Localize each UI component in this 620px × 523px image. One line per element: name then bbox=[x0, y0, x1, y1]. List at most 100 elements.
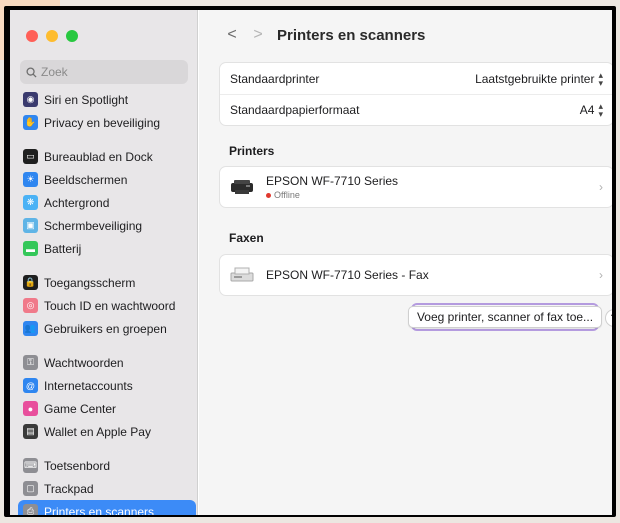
at-icon: @ bbox=[23, 378, 38, 393]
zoom-button[interactable] bbox=[66, 30, 78, 42]
fax-device-icon bbox=[230, 267, 254, 282]
sidebar-item-siri-en-spotlight[interactable]: ◉ Siri en Spotlight bbox=[10, 88, 198, 111]
sidebar-item-label: Privacy en beveiliging bbox=[44, 115, 161, 130]
screensaver-icon: ▣ bbox=[23, 218, 38, 233]
printer-icon: ⎙ bbox=[23, 504, 38, 515]
chevron-right-icon: › bbox=[599, 180, 603, 194]
sidebar-item-label: Wallet en Apple Pay bbox=[44, 424, 151, 439]
default-printer-row: Standaardprinter Laatstgebruikte printer… bbox=[220, 63, 612, 94]
printer-status: Offline bbox=[266, 190, 599, 200]
sidebar-item-wallet-en-apple-pay[interactable]: ▤ Wallet en Apple Pay bbox=[10, 420, 198, 443]
sidebar-item-label: Trackpad bbox=[44, 481, 94, 496]
search-field[interactable]: Zoek bbox=[20, 60, 188, 84]
default-paper-label: Standaardpapierformaat bbox=[230, 103, 360, 117]
printer-status-text: Offline bbox=[274, 190, 300, 200]
background: Zoek ◉ Siri en Spotlight ✋ Privacy en bevei… bbox=[0, 0, 620, 523]
sidebar-item-label: Wachtwoorden bbox=[44, 355, 124, 370]
dock-icon: ▭ bbox=[23, 149, 38, 164]
sidebar-item-toetsenbord[interactable]: ⌨ Toetsenbord bbox=[10, 454, 198, 477]
default-paper-value: A4 bbox=[579, 103, 595, 117]
sidebar-item-wachtwoorden[interactable]: ⚿ Wachtwoorden bbox=[10, 351, 198, 374]
sidebar-item-label: Toegangsscherm bbox=[44, 275, 136, 290]
sidebar-list: ◉ Siri en Spotlight ✋ Privacy en beveiligin… bbox=[10, 88, 198, 515]
sidebar-item-label: Achtergrond bbox=[44, 195, 110, 210]
sidebar-divider bbox=[10, 443, 198, 454]
close-button[interactable] bbox=[26, 30, 38, 42]
battery-icon: ▬ bbox=[23, 241, 38, 256]
printer-name: EPSON WF-7710 Series bbox=[266, 174, 399, 188]
back-button[interactable]: < bbox=[219, 26, 245, 44]
search-placeholder: Zoek bbox=[41, 65, 68, 79]
display-icon: ☀ bbox=[23, 172, 38, 187]
sidebar-item-label: Gebruikers en groepen bbox=[44, 321, 167, 336]
sidebar-item-batterij[interactable]: ▬ Batterij bbox=[10, 237, 198, 260]
sidebar-item-label: Touch ID en wachtwoord bbox=[44, 298, 176, 313]
wallpaper-icon: ❋ bbox=[23, 195, 38, 210]
add-device-highlight: Voeg printer, scanner of fax toe... bbox=[407, 303, 603, 331]
settings-window: Zoek ◉ Siri en Spotlight ✋ Privacy en bevei… bbox=[4, 6, 616, 517]
minimize-button[interactable] bbox=[46, 30, 58, 42]
users-icon: 👥 bbox=[23, 321, 38, 336]
fax-row[interactable]: EPSON WF-7710 Series - Fax › bbox=[220, 255, 612, 295]
window-controls bbox=[26, 30, 78, 42]
popup-arrows-icon: ▴ ▾ bbox=[598, 69, 603, 88]
sidebar-item-label: Game Center bbox=[44, 401, 117, 416]
keyboard-icon: ⌨ bbox=[23, 458, 38, 473]
default-printer-label: Standaardprinter bbox=[230, 71, 320, 86]
sidebar-item-beeldschermen[interactable]: ☀ Beeldschermen bbox=[10, 168, 198, 191]
siri-icon: ◉ bbox=[23, 92, 38, 107]
sidebar-item-label: Schermbeveiliging bbox=[44, 218, 143, 233]
toolbar: < > Printers en scanners bbox=[199, 10, 612, 60]
defaults-group: Standaardprinter Laatstgebruikte printer… bbox=[219, 62, 612, 126]
sidebar-item-label: Toetsenbord bbox=[44, 458, 111, 473]
popup-arrows-icon: ▴ ▾ bbox=[598, 101, 603, 119]
sidebar-item-printers-en-scanners[interactable]: ⎙ Printers en scanners bbox=[18, 500, 196, 515]
sidebar-item-trackpad[interactable]: ▢ Trackpad bbox=[10, 477, 198, 500]
default-paper-popup[interactable]: A4 ▴ ▾ bbox=[579, 101, 603, 119]
sidebar-item-internetaccounts[interactable]: @ Internetaccounts bbox=[10, 374, 198, 397]
fax-name: EPSON WF-7710 Series - Fax bbox=[266, 268, 429, 282]
chevron-right-icon: › bbox=[599, 268, 603, 282]
printer-device-icon bbox=[231, 180, 253, 194]
sidebar-item-achtergrond[interactable]: ❋ Achtergrond bbox=[10, 191, 198, 214]
printers-group: EPSON WF-7710 Series Offline › bbox=[219, 166, 612, 208]
sidebar: Zoek ◉ Siri en Spotlight ✋ Privacy en bevei… bbox=[10, 10, 198, 515]
sidebar-item-game-center[interactable]: ● Game Center bbox=[10, 397, 198, 420]
printers-section-title: Printers bbox=[229, 144, 275, 158]
hand-icon: ✋ bbox=[23, 115, 38, 130]
gamecenter-icon: ● bbox=[23, 401, 38, 416]
sidebar-item-label: Siri en Spotlight bbox=[44, 92, 129, 107]
sidebar-item-privacy-en-beveiliging[interactable]: ✋ Privacy en beveiliging bbox=[10, 111, 198, 134]
sidebar-item-toegangsscherm[interactable]: 🔒 Toegangsscherm bbox=[10, 271, 198, 294]
default-printer-popup[interactable]: Laatstgebruikte printer ▴ ▾ bbox=[475, 69, 603, 88]
sidebar-item-schermbeveiliging[interactable]: ▣ Schermbeveiliging bbox=[10, 214, 198, 237]
page-title: Printers en scanners bbox=[277, 26, 426, 44]
help-button[interactable]: ? bbox=[605, 309, 612, 327]
sidebar-item-label: Beeldschermen bbox=[44, 172, 128, 187]
offline-status-dot bbox=[266, 192, 271, 198]
sidebar-item-label: Printers en scanners bbox=[44, 504, 155, 516]
sidebar-item-gebruikers-en-groepen[interactable]: 👥 Gebruikers en groepen bbox=[10, 317, 198, 340]
trackpad-icon: ▢ bbox=[23, 481, 38, 496]
sidebar-divider bbox=[10, 340, 198, 351]
window-frame: Zoek ◉ Siri en Spotlight ✋ Privacy en bevei… bbox=[10, 10, 612, 515]
search-icon bbox=[26, 66, 37, 78]
fingerprint-icon: ◎ bbox=[23, 298, 38, 313]
main-pane: < > Printers en scanners Standaardprinte… bbox=[199, 10, 612, 515]
sidebar-divider bbox=[10, 134, 198, 145]
fax-section-title: Faxen bbox=[229, 231, 264, 245]
default-printer-value: Laatstgebruikte printer bbox=[475, 71, 595, 86]
add-printer-button[interactable]: Voeg printer, scanner of fax toe... bbox=[407, 306, 603, 328]
sidebar-item-label: Bureaublad en Dock bbox=[44, 149, 153, 164]
default-paper-row: Standaardpapierformaat A4 ▴ ▾ bbox=[220, 94, 612, 125]
sidebar-divider bbox=[10, 260, 198, 271]
sidebar-item-touch-id-en-wachtwoord[interactable]: ◎ Touch ID en wachtwoord bbox=[10, 294, 198, 317]
fax-group: EPSON WF-7710 Series - Fax › bbox=[219, 254, 612, 296]
printer-row[interactable]: EPSON WF-7710 Series Offline › bbox=[220, 167, 612, 207]
forward-button[interactable]: > bbox=[245, 26, 271, 44]
lock-icon: 🔒 bbox=[23, 275, 38, 290]
sidebar-item-label: Internetaccounts bbox=[44, 378, 133, 393]
key-icon: ⚿ bbox=[23, 355, 38, 370]
sidebar-item-label: Batterij bbox=[44, 241, 82, 256]
sidebar-item-bureaublad-en-dock[interactable]: ▭ Bureaublad en Dock bbox=[10, 145, 198, 168]
